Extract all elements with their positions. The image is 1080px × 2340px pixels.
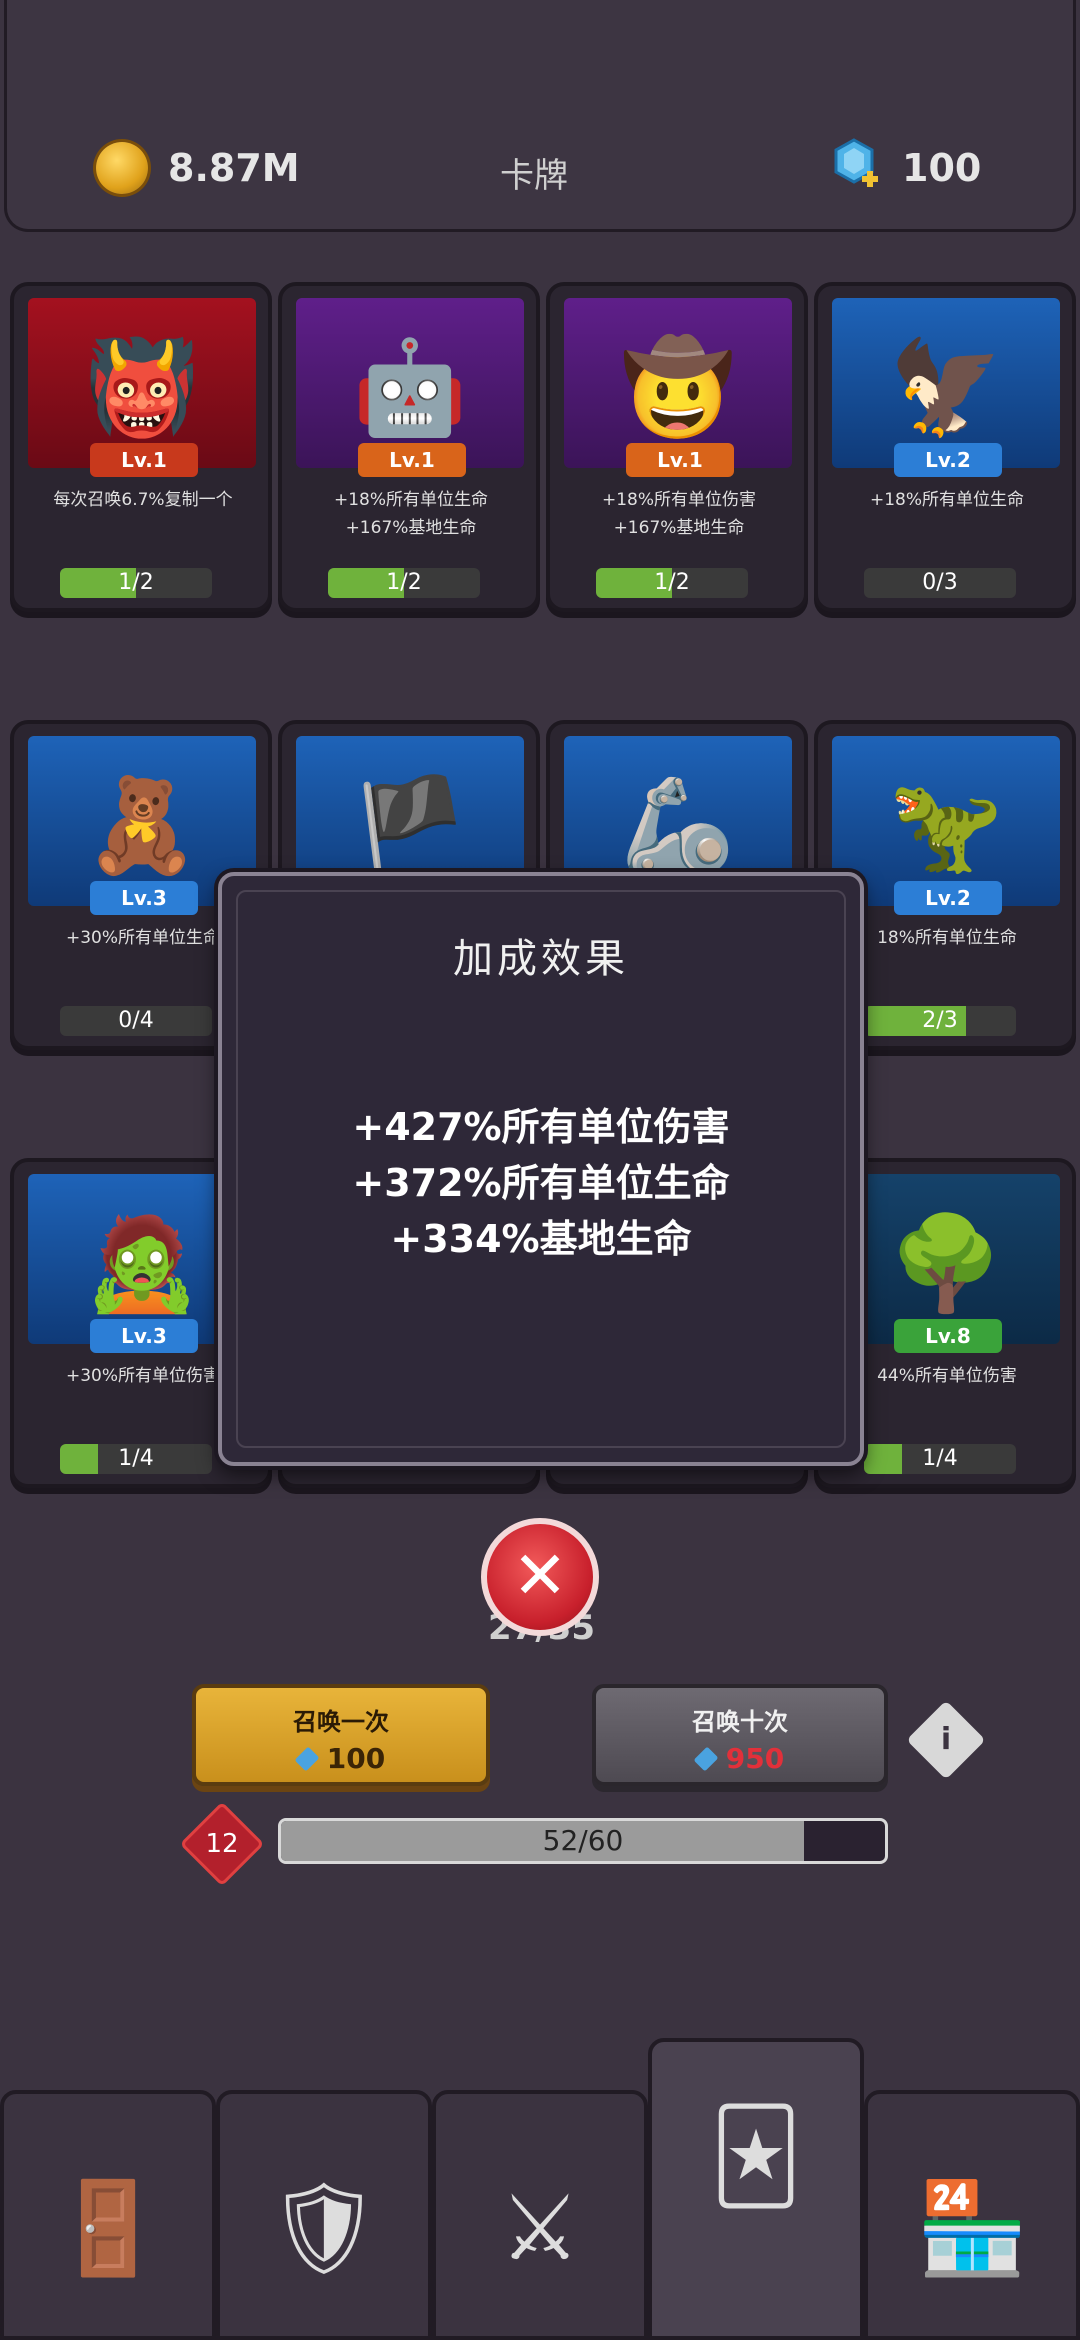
effect-line: +427%所有单位伤害 <box>352 1105 730 1149</box>
card-progress-bar: 1/2 <box>328 568 480 598</box>
card-progress-bar: 0/3 <box>864 568 1016 598</box>
card-progress-bar: 1/4 <box>864 1444 1016 1474</box>
gem-icon <box>294 1746 320 1772</box>
card-level-badge: Lv.3 <box>90 1319 198 1353</box>
card-level-badge: Lv.1 <box>626 443 734 477</box>
card-progress-text: 1/2 <box>386 570 422 595</box>
card-progress-text: 1/4 <box>922 1446 958 1471</box>
card-item[interactable]: 🤖 Lv.1 +18%所有单位生命 +167%基地生命 1/2 <box>278 282 540 612</box>
gem-balance: 100 <box>902 146 982 190</box>
summon-once-label: 召唤一次 <box>293 1708 389 1736</box>
monster-portrait: 🌳 <box>888 1210 1004 1317</box>
summon-once-cost: 100 <box>196 1742 486 1775</box>
monster-portrait: 🧸 <box>84 772 200 879</box>
monster-portrait: 👹 <box>84 334 200 441</box>
card-progress-bar: 0/4 <box>60 1006 212 1036</box>
card-item[interactable]: 🤠 Lv.1 +18%所有单位伤害 +167%基地生命 1/2 <box>546 282 808 612</box>
gold-coin-icon <box>96 142 148 194</box>
top-bar <box>4 0 1076 232</box>
summon-ten-button[interactable]: 召唤十次 950 <box>592 1684 888 1786</box>
summon-ten-cost: 950 <box>596 1742 884 1775</box>
monster-portrait: 🤠 <box>620 334 736 441</box>
monster-portrait: 🤖 <box>352 334 468 441</box>
crossed-swords-icon: ⚔ <box>499 2176 581 2281</box>
shop-icon: 🏪 <box>915 2176 1029 2281</box>
card-level-badge: Lv.3 <box>90 881 198 915</box>
effect-line: +372%所有单位生命 <box>352 1161 730 1205</box>
monster-portrait: 🦖 <box>888 772 1004 879</box>
card-bonus-text: +18%所有单位生命 +167%基地生命 <box>333 490 489 538</box>
info-icon: i <box>940 1722 952 1757</box>
card-progress-bar: 1/4 <box>60 1444 212 1474</box>
card-progress-text: 1/4 <box>118 1446 154 1471</box>
card-progress-bar: 1/2 <box>596 568 748 598</box>
page-title: 卡牌 <box>500 156 568 196</box>
close-icon: ✕ <box>512 1537 568 1614</box>
info-button[interactable]: i <box>906 1700 986 1780</box>
card-item[interactable]: 🦅 Lv.2 +18%所有单位生命 0/3 <box>814 282 1076 612</box>
card-progress-text: 1/2 <box>654 570 690 595</box>
gem-icon <box>693 1746 719 1772</box>
nav-tab-dungeon[interactable]: 🚪 <box>0 2090 216 2340</box>
close-button[interactable]: ✕ <box>481 1518 599 1636</box>
card-progress-bar: 2/3 <box>864 1006 1016 1036</box>
dungeon-gate-icon: 🚪 <box>51 2176 165 2281</box>
card-level-badge: Lv.1 <box>358 443 466 477</box>
xp-progress-bar: 52/60 <box>278 1818 888 1864</box>
card-screen: 8.87M 卡牌 100 👹 Lv.1 每次召唤6.7%复制一个 1/2 🤖 L… <box>0 0 1080 2340</box>
card-level-badge: Lv.1 <box>90 443 198 477</box>
monster-portrait: 🧟 <box>84 1210 200 1317</box>
card-progress-text: 2/3 <box>922 1008 958 1033</box>
nav-tab-hero[interactable]: 🛡 <box>216 2090 432 2340</box>
card-item[interactable]: 👹 Lv.1 每次召唤6.7%复制一个 1/2 <box>10 282 272 612</box>
card-bonus-text: +18%所有单位生命 <box>869 490 1025 510</box>
nav-tab-cards[interactable]: 🃏 <box>648 2038 864 2340</box>
nav-tab-battle[interactable]: ⚔ <box>432 2090 648 2340</box>
card-level-badge: Lv.2 <box>894 881 1002 915</box>
winged-shield-icon: 🛡 <box>266 2176 382 2281</box>
summon-once-button[interactable]: 召唤一次 100 <box>192 1684 490 1786</box>
summon-ten-label: 召唤十次 <box>692 1708 788 1736</box>
skull-cards-icon: 🃏 <box>709 2104 803 2209</box>
card-bonus-text: 每次召唤6.7%复制一个 <box>53 490 233 510</box>
card-progress-text: 0/3 <box>922 570 958 595</box>
coin-balance: 8.87M <box>168 146 300 190</box>
card-progress-text: 0/4 <box>118 1008 154 1033</box>
dialog-title: 加成效果 <box>453 936 629 982</box>
player-level-badge: 12 <box>179 1801 265 1887</box>
xp-progress-text: 52/60 <box>542 1824 624 1857</box>
card-progress-bar: 1/2 <box>60 568 212 598</box>
nav-tab-shop[interactable]: 🏪 <box>864 2090 1080 2340</box>
card-level-badge: Lv.2 <box>894 443 1002 477</box>
effect-line: +334%基地生命 <box>390 1217 692 1261</box>
card-progress-text: 1/2 <box>118 570 154 595</box>
gem-plus-icon[interactable] <box>832 138 880 192</box>
card-bonus-text: +18%所有单位伤害 +167%基地生命 <box>601 490 757 538</box>
bonus-effects-dialog: 加成效果 +427%所有单位伤害 +372%所有单位生命 +334%基地生命 <box>218 872 864 1466</box>
card-level-badge: Lv.8 <box>894 1319 1002 1353</box>
monster-portrait: 🦅 <box>888 334 1004 441</box>
